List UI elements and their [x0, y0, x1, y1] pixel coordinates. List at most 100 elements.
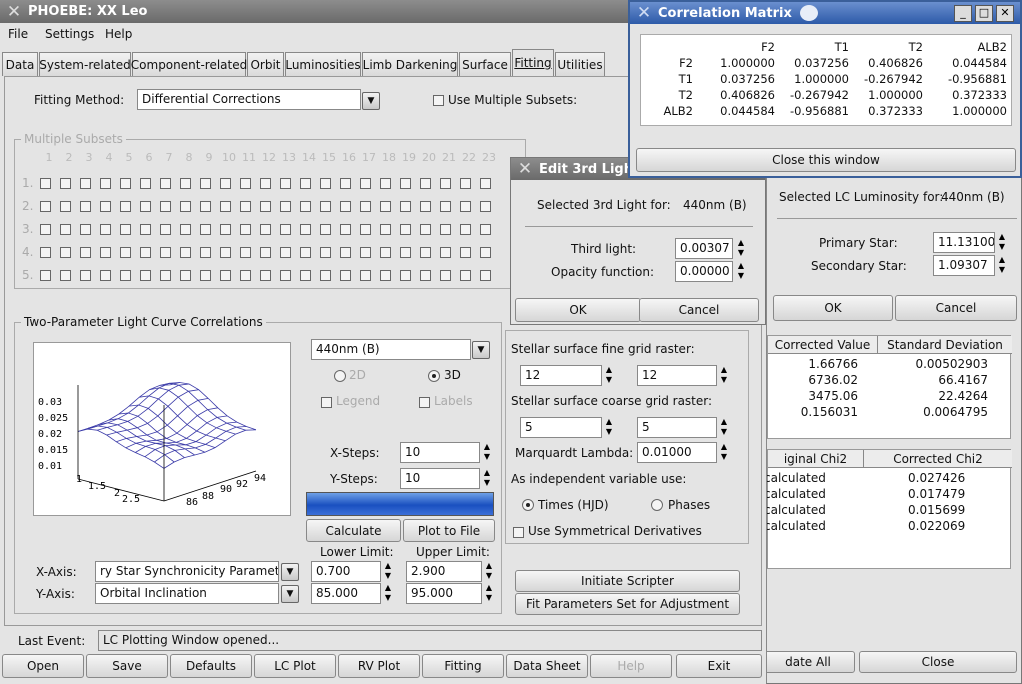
subset-checkbox[interactable]: [140, 178, 151, 189]
subset-checkbox[interactable]: [260, 270, 271, 281]
subset-checkbox[interactable]: [40, 224, 51, 235]
x-upper-spinner[interactable]: ▲ ▼: [483, 561, 495, 582]
x-lower-spinner[interactable]: ▲ ▼: [382, 561, 394, 582]
tab-orbit[interactable]: Orbit: [247, 52, 284, 76]
tab-limb-darkening[interactable]: Limb Darkening: [362, 52, 458, 76]
sym-derivatives-checkbox[interactable]: [513, 527, 524, 538]
fine-grid-1-input[interactable]: 12: [520, 365, 602, 386]
y-steps-spinner[interactable]: ▲ ▼: [481, 468, 493, 489]
lum-ok-button[interactable]: OK: [773, 295, 893, 321]
subset-checkbox[interactable]: [300, 201, 311, 212]
subset-checkbox[interactable]: [480, 224, 491, 235]
subset-checkbox[interactable]: [160, 201, 171, 212]
subset-checkbox[interactable]: [60, 201, 71, 212]
menu-file[interactable]: File: [8, 27, 28, 41]
col-header[interactable]: Corrected Chi2: [864, 450, 1012, 468]
x-lower-input[interactable]: 0.700: [311, 561, 381, 582]
subset-checkbox[interactable]: [200, 201, 211, 212]
subset-checkbox[interactable]: [440, 178, 451, 189]
subset-checkbox[interactable]: [240, 224, 251, 235]
subset-checkbox[interactable]: [200, 178, 211, 189]
coarse-grid-1-spinner[interactable]: ▲ ▼: [603, 417, 615, 438]
subset-checkbox[interactable]: [180, 201, 191, 212]
subset-checkbox[interactable]: [280, 224, 291, 235]
subset-checkbox[interactable]: [80, 247, 91, 258]
third-cancel-button[interactable]: Cancel: [639, 298, 759, 322]
subset-checkbox[interactable]: [460, 178, 471, 189]
subset-checkbox[interactable]: [300, 270, 311, 281]
calculate-button[interactable]: Calculate: [306, 519, 401, 542]
subset-checkbox[interactable]: [360, 247, 371, 258]
subset-checkbox[interactable]: [460, 247, 471, 258]
subset-checkbox[interactable]: [140, 247, 151, 258]
subset-checkbox[interactable]: [440, 201, 451, 212]
subset-checkbox[interactable]: [480, 270, 491, 281]
radio-3d[interactable]: [428, 370, 440, 382]
col-header[interactable]: Corrected Value: [768, 336, 878, 354]
update-all-button[interactable]: date All: [767, 651, 855, 673]
marquardt-input[interactable]: 0.01000: [637, 442, 717, 463]
fine-grid-2-spinner[interactable]: ▲ ▼: [718, 365, 730, 386]
secondary-star-spinner[interactable]: ▲ ▼: [996, 255, 1008, 276]
subset-checkbox[interactable]: [420, 201, 431, 212]
subset-checkbox[interactable]: [260, 178, 271, 189]
curve-select[interactable]: 440nm (B): [311, 339, 471, 360]
tab-data[interactable]: Data: [2, 52, 38, 76]
subset-checkbox[interactable]: [200, 247, 211, 258]
subset-checkbox[interactable]: [420, 270, 431, 281]
subset-checkbox[interactable]: [360, 270, 371, 281]
subset-checkbox[interactable]: [120, 270, 131, 281]
subset-checkbox[interactable]: [360, 201, 371, 212]
subset-checkbox[interactable]: [420, 247, 431, 258]
fitting-button[interactable]: Fitting: [422, 654, 504, 678]
subset-checkbox[interactable]: [180, 224, 191, 235]
menu-help[interactable]: Help: [105, 27, 132, 41]
results-close-button[interactable]: Close: [859, 651, 1017, 673]
subset-checkbox[interactable]: [300, 224, 311, 235]
help-button[interactable]: Help: [590, 654, 672, 678]
subset-checkbox[interactable]: [100, 201, 111, 212]
subset-checkbox[interactable]: [460, 270, 471, 281]
subset-checkbox[interactable]: [140, 201, 151, 212]
y-upper-spinner[interactable]: ▲ ▼: [483, 583, 495, 604]
subset-checkbox[interactable]: [160, 247, 171, 258]
tab-component-related[interactable]: Component-related: [131, 52, 247, 76]
subset-checkbox[interactable]: [80, 224, 91, 235]
third-light-spinner[interactable]: ▲ ▼: [735, 238, 747, 259]
subset-checkbox[interactable]: [360, 178, 371, 189]
subset-checkbox[interactable]: [320, 224, 331, 235]
third-light-input[interactable]: 0.00307: [675, 238, 733, 259]
maximize-icon[interactable]: □: [975, 5, 993, 22]
data-sheet-button[interactable]: Data Sheet: [506, 654, 588, 678]
subset-checkbox[interactable]: [380, 224, 391, 235]
subset-checkbox[interactable]: [280, 270, 291, 281]
fitting-method-select[interactable]: Differential Corrections: [137, 89, 361, 110]
legend-checkbox[interactable]: [321, 397, 332, 408]
lum-cancel-button[interactable]: Cancel: [895, 295, 1017, 321]
radio-2d[interactable]: [334, 370, 346, 382]
subset-checkbox[interactable]: [380, 247, 391, 258]
opacity-spinner[interactable]: ▲ ▼: [735, 261, 747, 282]
subset-checkbox[interactable]: [400, 270, 411, 281]
coarse-grid-1-input[interactable]: 5: [520, 417, 602, 438]
subset-checkbox[interactable]: [180, 247, 191, 258]
subset-checkbox[interactable]: [320, 270, 331, 281]
subset-checkbox[interactable]: [100, 247, 111, 258]
fine-grid-2-input[interactable]: 12: [637, 365, 717, 386]
radio-phases[interactable]: [651, 499, 663, 511]
col-header[interactable]: iginal Chi2: [768, 450, 864, 468]
subset-checkbox[interactable]: [100, 178, 111, 189]
subset-checkbox[interactable]: [80, 201, 91, 212]
subset-checkbox[interactable]: [340, 224, 351, 235]
subset-checkbox[interactable]: [480, 247, 491, 258]
subset-checkbox[interactable]: [280, 247, 291, 258]
subset-checkbox[interactable]: [160, 178, 171, 189]
y-upper-input[interactable]: 95.000: [406, 583, 482, 604]
x-upper-input[interactable]: 2.900: [406, 561, 482, 582]
subset-checkbox[interactable]: [420, 178, 431, 189]
subset-checkbox[interactable]: [240, 247, 251, 258]
subset-checkbox[interactable]: [480, 178, 491, 189]
subset-checkbox[interactable]: [220, 247, 231, 258]
subset-checkbox[interactable]: [460, 224, 471, 235]
rv-plot-button[interactable]: RV Plot: [338, 654, 420, 678]
